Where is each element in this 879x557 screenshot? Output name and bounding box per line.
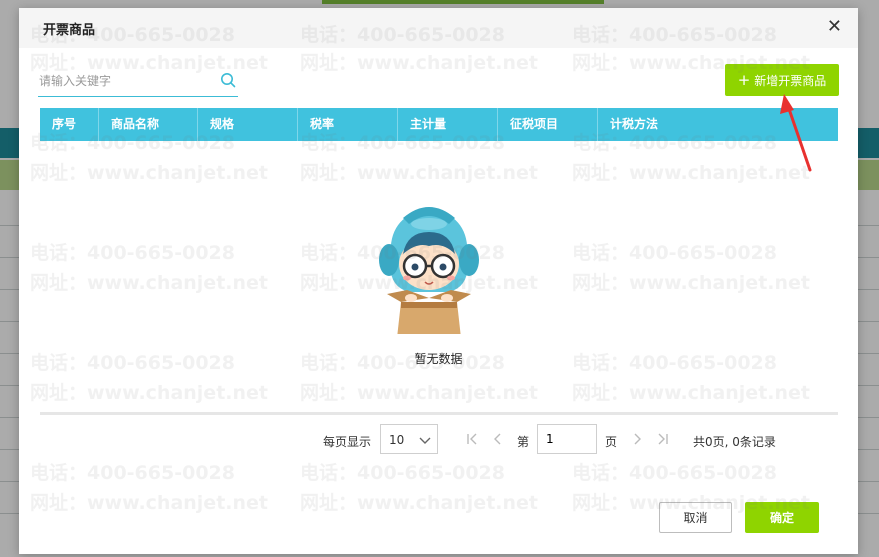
confirm-button[interactable]: 确定 — [745, 502, 819, 533]
chevron-down-icon — [419, 437, 431, 444]
dialog-title: 开票商品 — [43, 23, 96, 38]
plus-icon: + — [737, 71, 751, 89]
previous-page-icon[interactable] — [491, 432, 505, 446]
column-header-main-unit: 主计量 — [398, 108, 498, 141]
page-size-select[interactable]: 10 — [380, 424, 438, 454]
column-header-tax-item: 征税项目 — [498, 108, 598, 141]
page-prefix-label: 第 — [517, 435, 530, 449]
table-header: 序号 商品名称 规格 税率 主计量 征税项目 计税方法 — [40, 108, 838, 141]
search-box — [38, 68, 238, 97]
page-size-label: 每页显示 — [323, 435, 372, 449]
annotation-arrow-icon — [780, 94, 812, 172]
page-size-value: 10 — [389, 433, 405, 447]
empty-state-illustration — [379, 207, 479, 334]
search-input[interactable] — [38, 70, 209, 92]
pagination-summary: 共0页, 0条记录 — [693, 435, 776, 449]
empty-state-text: 暂无数据 — [414, 352, 463, 366]
column-header-product-name: 商品名称 — [99, 108, 198, 141]
search-icon[interactable] — [220, 72, 236, 88]
table-scroll-track — [40, 412, 838, 415]
column-header-index: 序号 — [40, 108, 99, 141]
cancel-button[interactable]: 取消 — [659, 502, 732, 533]
column-header-spec: 规格 — [198, 108, 298, 141]
close-icon[interactable]: ✕ — [827, 18, 842, 36]
pagination: 每页显示 10 第 页 共0页, 0条记录 — [19, 424, 858, 456]
column-header-tax-rate: 税率 — [298, 108, 398, 141]
dialog-header: 开票商品 ✕ — [19, 8, 858, 48]
next-page-icon[interactable] — [630, 432, 644, 446]
first-page-icon[interactable] — [466, 432, 480, 446]
page-suffix-label: 页 — [605, 435, 618, 449]
invoice-product-dialog: 开票商品 ✕ + 新增开票商品 序号 商品名称 规格 税率 主计量 征税项目 计… — [19, 8, 858, 554]
current-page-input[interactable] — [537, 424, 597, 454]
last-page-icon[interactable] — [655, 432, 669, 446]
